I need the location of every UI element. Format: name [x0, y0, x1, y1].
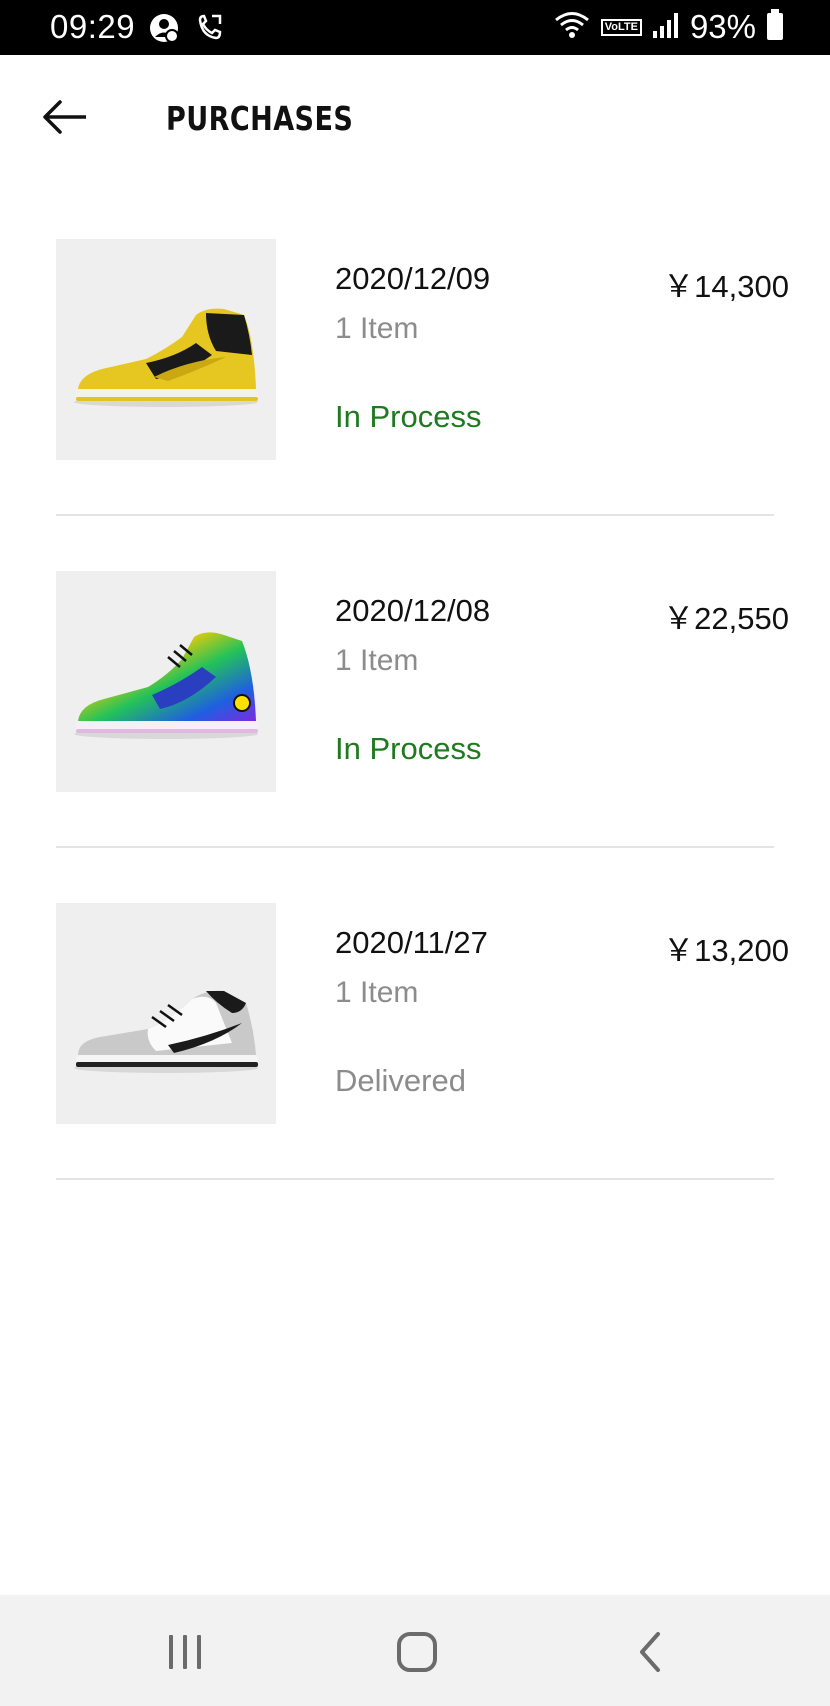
order-row[interactable]: 2020/11/27 ￥13,200 1 Item Delivered	[0, 903, 830, 1235]
back-icon	[640, 1632, 660, 1672]
product-thumbnail	[56, 239, 276, 460]
account-sync-icon	[148, 12, 180, 49]
header: PURCHASES	[0, 55, 830, 185]
order-date: 2020/12/08	[335, 593, 491, 628]
system-back-button[interactable]	[620, 1625, 680, 1677]
order-price: ￥13,200	[663, 933, 789, 968]
sneaker-image	[74, 308, 258, 407]
home-button[interactable]	[387, 1625, 447, 1677]
call-forward-icon	[194, 12, 224, 49]
recent-apps-icon	[169, 1635, 201, 1669]
order-row[interactable]: 2020/12/09 ￥14,300 1 Item In Process	[0, 239, 830, 571]
battery-icon	[766, 8, 784, 46]
volte-icon: VoLTE	[600, 18, 642, 36]
back-arrow-icon	[43, 100, 86, 134]
order-status: Delivered	[335, 1063, 466, 1098]
product-thumbnail	[56, 571, 276, 792]
sneaker-image	[74, 632, 258, 739]
order-item-count: 1 Item	[335, 644, 419, 677]
order-item-count: 1 Item	[335, 976, 419, 1009]
order-date: 2020/12/09	[335, 261, 491, 296]
divider	[56, 1178, 774, 1180]
status-bar: 09:29 VoLTE 93%	[0, 0, 830, 55]
order-price: ￥14,300	[663, 269, 789, 304]
order-status: In Process	[335, 399, 482, 434]
battery-percentage: 93%	[689, 8, 756, 45]
product-thumbnail	[56, 903, 276, 1124]
system-nav-bar	[0, 1595, 830, 1706]
status-right-icons: VoLTE 93%	[553, 8, 784, 46]
order-item-count: 1 Item	[335, 312, 419, 345]
wifi-icon	[553, 10, 591, 45]
signal-icon	[652, 11, 680, 44]
order-price: ￥22,550	[663, 601, 789, 636]
sneaker-image	[74, 990, 258, 1073]
divider	[56, 846, 774, 848]
home-icon	[397, 1632, 437, 1672]
orders-list: 2020/12/09 ￥14,300 1 Item In Process 202…	[0, 239, 830, 1235]
order-row[interactable]: 2020/12/08 ￥22,550 1 Item In Process	[0, 571, 830, 903]
page-title: PURCHASES	[166, 99, 354, 138]
order-date: 2020/11/27	[335, 925, 488, 960]
divider	[56, 514, 774, 516]
order-status: In Process	[335, 731, 482, 766]
status-left-icons	[148, 12, 224, 49]
status-time: 09:29	[50, 8, 136, 45]
recent-apps-button[interactable]	[155, 1625, 215, 1677]
back-button[interactable]	[40, 97, 90, 137]
